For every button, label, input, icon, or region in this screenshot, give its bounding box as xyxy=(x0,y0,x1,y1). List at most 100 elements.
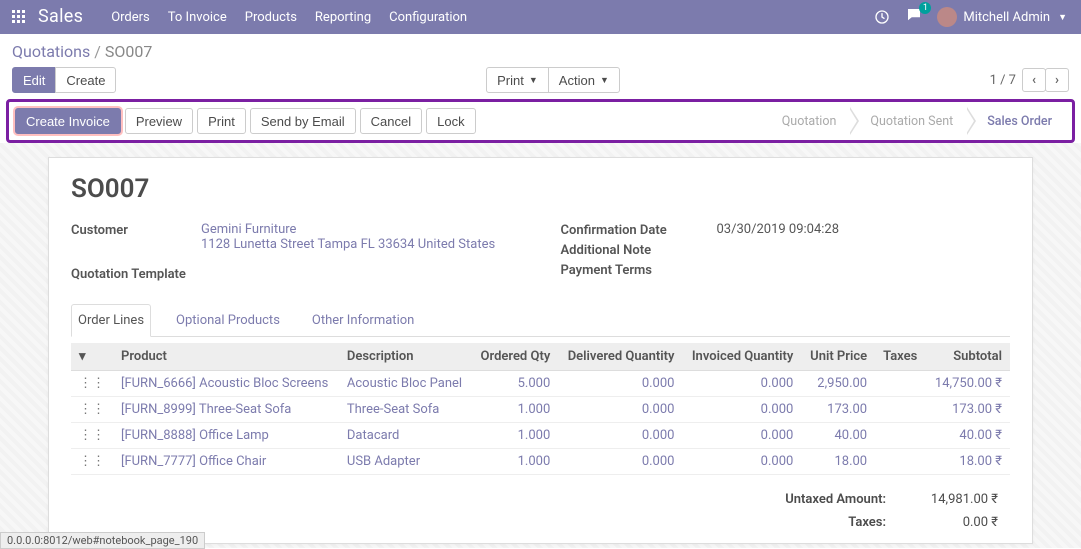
breadcrumb-root[interactable]: Quotations xyxy=(12,42,90,61)
untaxed-value: 14,981.00 ₹ xyxy=(898,489,1008,510)
line-description[interactable]: Three-Seat Sofa xyxy=(347,402,439,417)
control-row: EditCreate Print▼Action▼ 1 / 7 ‹ › xyxy=(0,63,1081,99)
line-unit-price[interactable]: 173.00 xyxy=(827,402,867,417)
drag-handle-icon[interactable]: ⋮⋮ xyxy=(71,371,113,397)
tab-other-information[interactable]: Other Information xyxy=(305,304,421,337)
line-subtotal[interactable]: 173.00 ₹ xyxy=(952,402,1002,417)
top-menu: Orders To Invoice Products Reporting Con… xyxy=(111,10,467,25)
drag-handle-icon[interactable]: ⋮⋮ xyxy=(71,449,113,475)
line-product[interactable]: [FURN_8888] Office Lamp xyxy=(121,428,269,443)
order-lines-table: ▾ Product Description Ordered Qty Delive… xyxy=(71,343,1010,475)
table-row[interactable]: ⋮⋮ [FURN_8999] Three-Seat Sofa Three-Seat … xyxy=(71,397,1010,423)
user-name: Mitchell Admin xyxy=(963,10,1050,25)
apps-icon[interactable] xyxy=(8,6,30,28)
customer-value: Gemini Furniture 1128 Lunetta Street Tam… xyxy=(201,222,521,252)
line-delivered-qty[interactable]: 0.000 xyxy=(642,428,675,443)
line-invoiced-qty[interactable]: 0.000 xyxy=(761,454,794,469)
line-product[interactable]: [FURN_7777] Office Chair xyxy=(121,454,266,469)
menu-reporting[interactable]: Reporting xyxy=(315,10,371,25)
table-row[interactable]: ⋮⋮ [FURN_8888] Office Lamp Datacard 1.000 0.… xyxy=(71,423,1010,449)
col-taxes[interactable]: Taxes xyxy=(875,343,926,371)
col-subtotal[interactable]: Subtotal xyxy=(926,343,1010,371)
col-ordered-qty[interactable]: Ordered Qty xyxy=(472,343,559,371)
action-dropdown[interactable]: Action▼ xyxy=(548,67,620,93)
table-row[interactable]: ⋮⋮ [FURN_7777] Office Chair USB Adapter 1.0… xyxy=(71,449,1010,475)
line-product[interactable]: [FURN_6666] Acoustic Bloc Screens xyxy=(121,376,328,391)
stage-quotation-sent[interactable]: Quotation Sent xyxy=(850,110,967,133)
stage-sales-order[interactable]: Sales Order xyxy=(967,110,1066,133)
label-quotation-template: Quotation Template xyxy=(71,266,201,282)
activity-clock-icon[interactable] xyxy=(873,8,891,26)
line-delivered-qty[interactable]: 0.000 xyxy=(642,376,675,391)
tab-optional-products[interactable]: Optional Products xyxy=(169,304,287,337)
line-delivered-qty[interactable]: 0.000 xyxy=(642,454,675,469)
preview-button[interactable]: Preview xyxy=(125,108,193,134)
print-dropdown[interactable]: Print▼ xyxy=(486,67,549,93)
conversations-icon[interactable]: 1 xyxy=(905,6,923,28)
label-payment-terms: Payment Terms xyxy=(561,262,701,278)
notebook-tabs: Order Lines Optional Products Other Info… xyxy=(71,304,1010,337)
menu-to-invoice[interactable]: To Invoice xyxy=(168,10,227,25)
send-email-button[interactable]: Send by Email xyxy=(250,108,356,134)
record-title: SO007 xyxy=(71,174,1010,204)
line-description[interactable]: Acoustic Bloc Panel xyxy=(347,376,462,391)
tab-order-lines[interactable]: Order Lines xyxy=(71,304,151,337)
browser-status-url: 0.0.0.0:8012/web#notebook_page_190 xyxy=(0,532,205,549)
line-taxes xyxy=(875,397,926,423)
untaxed-label: Untaxed Amount: xyxy=(775,489,896,510)
taxes-label: Taxes: xyxy=(775,512,896,533)
drag-handle-icon[interactable]: ⋮⋮ xyxy=(71,397,113,423)
customer-link[interactable]: Gemini Furniture xyxy=(201,222,521,237)
line-unit-price[interactable]: 18.00 xyxy=(834,454,867,469)
line-product[interactable]: [FURN_8999] Three-Seat Sofa xyxy=(121,402,291,417)
taxes-value: 0.00 ₹ xyxy=(898,512,1008,533)
breadcrumb-current: SO007 xyxy=(105,42,152,61)
menu-products[interactable]: Products xyxy=(245,10,297,25)
line-ordered-qty[interactable]: 1.000 xyxy=(518,454,551,469)
line-ordered-qty[interactable]: 5.000 xyxy=(518,376,551,391)
pager-next[interactable]: › xyxy=(1045,68,1069,92)
menu-orders[interactable]: Orders xyxy=(111,10,150,25)
line-delivered-qty[interactable]: 0.000 xyxy=(642,402,675,417)
line-subtotal[interactable]: 14,750.00 ₹ xyxy=(935,376,1002,391)
top-navbar: Sales Orders To Invoice Products Reporti… xyxy=(0,0,1081,34)
line-invoiced-qty[interactable]: 0.000 xyxy=(761,376,794,391)
pager-text: 1 / 7 xyxy=(990,73,1016,88)
label-additional-note: Additional Note xyxy=(561,242,701,258)
col-handle: ▾ xyxy=(71,343,113,371)
col-invoiced-qty[interactable]: Invoiced Quantity xyxy=(682,343,801,371)
line-invoiced-qty[interactable]: 0.000 xyxy=(761,402,794,417)
line-ordered-qty[interactable]: 1.000 xyxy=(518,402,551,417)
line-subtotal[interactable]: 40.00 ₹ xyxy=(959,428,1002,443)
line-taxes xyxy=(875,449,926,475)
confirmation-date-value: 03/30/2019 09:04:28 xyxy=(701,222,1011,237)
drag-handle-icon[interactable]: ⋮⋮ xyxy=(71,423,113,449)
status-bar-highlight: Create Invoice Preview Print Send by Ema… xyxy=(6,99,1075,143)
stage-quotation[interactable]: Quotation xyxy=(770,110,851,133)
menu-configuration[interactable]: Configuration xyxy=(389,10,467,25)
col-delivered-qty[interactable]: Delivered Quantity xyxy=(558,343,682,371)
line-unit-price[interactable]: 40.00 xyxy=(834,428,867,443)
line-invoiced-qty[interactable]: 0.000 xyxy=(761,428,794,443)
edit-button[interactable]: Edit xyxy=(12,67,56,93)
line-ordered-qty[interactable]: 1.000 xyxy=(518,428,551,443)
line-subtotal[interactable]: 18.00 ₹ xyxy=(959,454,1002,469)
col-description[interactable]: Description xyxy=(339,343,472,371)
col-unit-price[interactable]: Unit Price xyxy=(801,343,875,371)
table-row[interactable]: ⋮⋮ [FURN_6666] Acoustic Bloc Screens Acous… xyxy=(71,371,1010,397)
lock-button[interactable]: Lock xyxy=(426,108,475,134)
print-button[interactable]: Print xyxy=(197,108,246,134)
create-button[interactable]: Create xyxy=(55,67,116,93)
line-description[interactable]: USB Adapter xyxy=(347,454,420,469)
col-product[interactable]: Product xyxy=(113,343,339,371)
label-customer: Customer xyxy=(71,222,201,238)
app-brand[interactable]: Sales xyxy=(38,6,83,27)
pager-prev[interactable]: ‹ xyxy=(1022,68,1046,92)
line-description[interactable]: Datacard xyxy=(347,428,399,443)
line-unit-price[interactable]: 2,950.00 xyxy=(817,376,867,391)
user-menu[interactable]: Mitchell Admin ▼ xyxy=(937,7,1067,27)
create-invoice-button[interactable]: Create Invoice xyxy=(15,108,121,134)
cancel-button[interactable]: Cancel xyxy=(360,108,422,134)
breadcrumb: Quotations/SO007 xyxy=(12,42,152,61)
conversations-badge: 1 xyxy=(919,2,931,14)
